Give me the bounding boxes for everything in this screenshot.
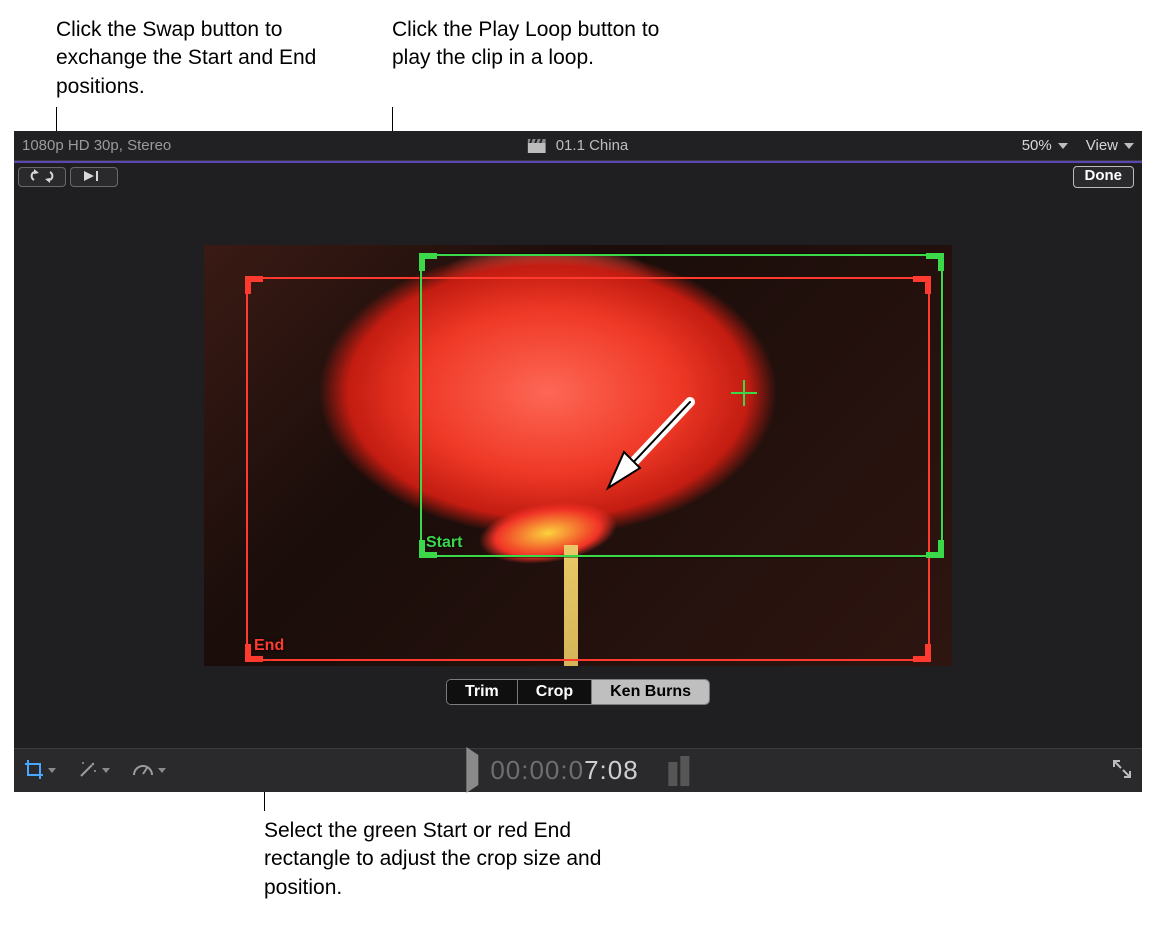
- crop-icon: [24, 759, 44, 782]
- swap-button[interactable]: [18, 167, 66, 187]
- callout-select-rect: Select the green Start or red End rectan…: [264, 817, 604, 902]
- playhead-timecode: 00:00:07:08: [466, 755, 689, 786]
- crop-toolbar: Done: [14, 163, 1142, 191]
- retime-popup[interactable]: [132, 759, 166, 782]
- viewer-canvas[interactable]: End Start: [204, 245, 952, 666]
- crosshair-icon: [731, 380, 757, 406]
- resize-handle-icon[interactable]: [245, 644, 263, 662]
- clip-title-group: 01.1 China: [528, 137, 629, 154]
- chevron-down-icon: [102, 768, 110, 773]
- play-icon[interactable]: [466, 755, 478, 786]
- segment-crop[interactable]: Crop: [518, 680, 592, 704]
- play-loop-icon: [80, 169, 108, 186]
- playback-bar: 00:00:07:08: [14, 748, 1142, 792]
- magic-wand-icon: [78, 759, 98, 782]
- project-format: 1080p HD 30p, Stereo: [22, 137, 171, 154]
- clip-name: 01.1 China: [556, 137, 629, 154]
- fullscreen-button[interactable]: [1112, 759, 1132, 782]
- ken-burns-start-rect[interactable]: Start: [420, 254, 943, 557]
- resize-handle-icon[interactable]: [926, 253, 944, 271]
- transform-popup[interactable]: [24, 759, 56, 782]
- resize-handle-icon[interactable]: [913, 644, 931, 662]
- chevron-down-icon: [1058, 143, 1068, 149]
- zoom-popup[interactable]: 50%: [1022, 137, 1068, 154]
- swap-icon: [28, 169, 56, 186]
- callout-play-loop: Click the Play Loop button to play the c…: [392, 16, 682, 73]
- viewer-wrap: End Start: [14, 191, 1142, 719]
- view-popup[interactable]: View: [1086, 137, 1134, 154]
- segment-ken-burns[interactable]: Ken Burns: [592, 680, 709, 704]
- speedometer-icon: [132, 759, 154, 782]
- timecode-dim: 00:00:0: [490, 755, 584, 785]
- enhance-popup[interactable]: [78, 759, 110, 782]
- callout-swap: Click the Swap button to exchange the St…: [56, 16, 346, 101]
- audio-meter-icon: [669, 756, 690, 786]
- resize-handle-icon[interactable]: [419, 540, 437, 558]
- crop-mode-segmented: Trim Crop Ken Burns: [446, 679, 710, 705]
- done-button[interactable]: Done: [1073, 166, 1135, 188]
- view-label: View: [1086, 137, 1118, 154]
- project-info-bar: 1080p HD 30p, Stereo 01.1 China 50% View: [14, 131, 1142, 161]
- done-label: Done: [1085, 167, 1123, 184]
- resize-handle-icon[interactable]: [419, 253, 437, 271]
- chevron-down-icon: [158, 768, 166, 773]
- zoom-value: 50%: [1022, 137, 1052, 154]
- segment-trim[interactable]: Trim: [447, 680, 518, 704]
- clapperboard-icon: [528, 139, 546, 153]
- viewer-panel: 1080p HD 30p, Stereo 01.1 China 50% View: [14, 131, 1142, 792]
- resize-handle-icon[interactable]: [245, 276, 263, 294]
- chevron-down-icon: [1124, 143, 1134, 149]
- play-loop-button[interactable]: [70, 167, 118, 187]
- timecode-emph: 7:08: [584, 755, 639, 785]
- chevron-down-icon: [48, 768, 56, 773]
- resize-handle-icon[interactable]: [926, 540, 944, 558]
